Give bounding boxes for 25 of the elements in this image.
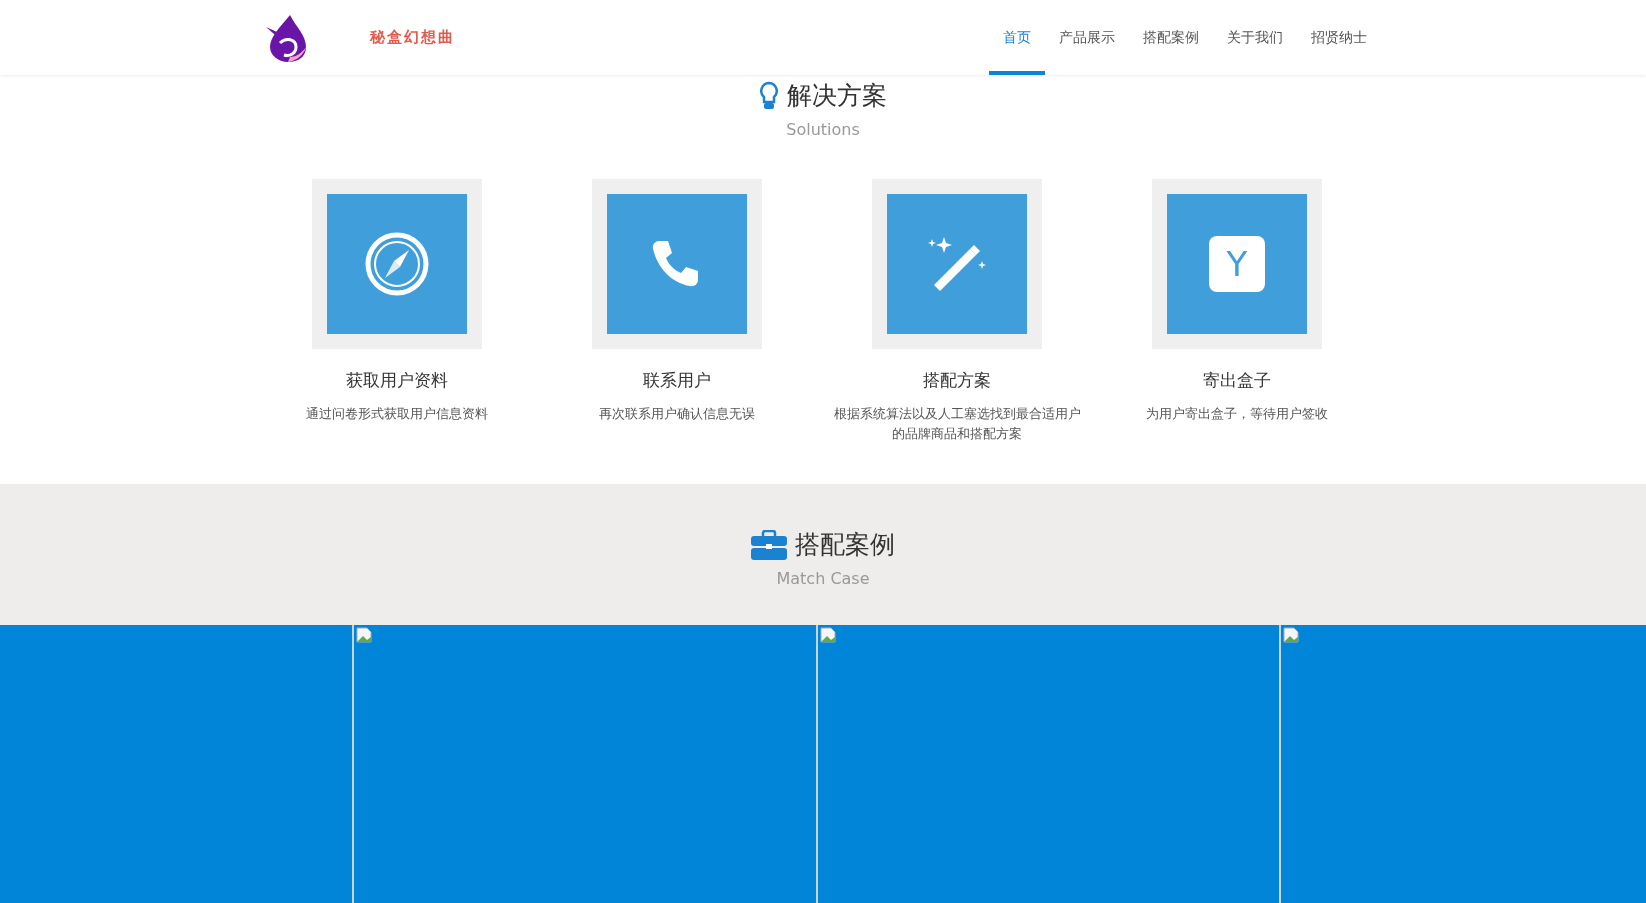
step-description: 通过问卷形式获取用户信息资料 [305,405,489,423]
nav-tab[interactable]: 首页 [988,0,1045,75]
step-description: 再次联系用户确认信息无误 [598,405,756,423]
section-subtitle: Match Case [776,569,870,588]
section-title: 搭配案例 [795,529,895,561]
letter-tile-icon: Y [1209,236,1265,292]
broken-image-icon [355,627,372,643]
section-title: 解决方案 [787,80,887,112]
broken-image-icon [1283,627,1300,643]
lightbulb-icon [759,80,779,111]
brand-name[interactable]: 秘盒幻想曲 [369,28,455,47]
briefcase-icon [751,529,787,560]
broken-image-icon [820,627,837,643]
nav-tab[interactable]: 招贤纳士 [1296,0,1381,75]
nav-tab[interactable]: 搭配案例 [1128,0,1213,75]
step-description: 根据系统算法以及人工塞选找到最合适用户的品牌商品和搭配方案 [832,405,1082,443]
step-title: 联系用户 [643,369,711,392]
nav-tab[interactable]: 产品展示 [1044,0,1129,75]
step-description: 为用户寄出盒子，等待用户签收 [1145,405,1329,423]
step-title: 寄出盒子 [1203,369,1271,392]
compass-icon [365,232,429,296]
section-subtitle: Solutions [786,120,860,139]
step-title: 搭配方案 [923,369,991,392]
step-title: 获取用户资料 [346,369,448,392]
nav-tab[interactable]: 关于我们 [1212,0,1297,75]
